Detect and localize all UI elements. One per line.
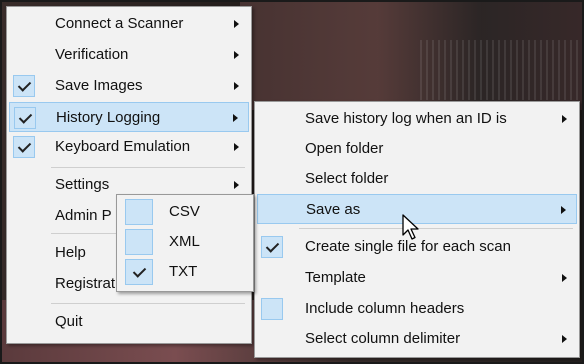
menu-item-csv[interactable]: CSV [119, 197, 251, 227]
menu-item-verification[interactable]: Verification [9, 40, 249, 70]
chevron-right-icon [234, 20, 239, 28]
menu-item-label: Save as [306, 201, 361, 218]
menu-item-label: Quit [55, 313, 83, 330]
menu-separator [51, 303, 245, 304]
menu-item-template[interactable]: Template [257, 263, 577, 293]
menu-item-label: Save Images [55, 77, 143, 94]
menu-item-keyboard-emulation[interactable]: Keyboard Emulation [9, 132, 249, 162]
menu-item-select-column-delimiter[interactable]: Select column delimiter [257, 324, 577, 354]
menu-item-xml[interactable]: XML [119, 227, 251, 257]
checkbox-unchecked-icon [125, 199, 153, 225]
menu-item-label: Template [305, 269, 366, 286]
checkbox-unchecked-icon [261, 298, 283, 320]
menu-item-txt[interactable]: TXT [119, 257, 251, 287]
menu-item-label: Open folder [305, 140, 384, 157]
checkmark-icon [13, 136, 35, 158]
menu-item-label: Verification [55, 46, 129, 63]
main-context-menu: Connect a Scanner Verification Save Imag… [6, 6, 252, 344]
menu-item-select-folder[interactable]: Select folder [257, 164, 577, 194]
save-as-submenu: CSV XML TXT [116, 194, 254, 292]
menu-item-save-images[interactable]: Save Images [9, 71, 249, 101]
chevron-right-icon [234, 82, 239, 90]
menu-item-connect-scanner[interactable]: Connect a Scanner [9, 9, 249, 39]
menu-item-include-column-headers[interactable]: Include column headers [257, 294, 577, 324]
menu-separator [51, 167, 245, 168]
menu-item-label: Include column headers [305, 300, 465, 317]
menu-item-label: Registrat [55, 275, 116, 292]
chevron-right-icon [234, 51, 239, 59]
menu-item-label: Connect a Scanner [55, 15, 184, 32]
checkmark-icon [13, 75, 35, 97]
checkbox-unchecked-icon [125, 229, 153, 255]
menu-item-label: Save history log when an ID is [305, 110, 507, 127]
checkmark-icon [14, 107, 36, 129]
menu-item-label: CSV [169, 203, 200, 220]
chevron-right-icon [234, 143, 239, 151]
menu-item-open-folder[interactable]: Open folder [257, 134, 577, 164]
chevron-right-icon [562, 115, 567, 123]
menu-item-label: Select column delimiter [305, 330, 461, 347]
chevron-right-icon [562, 335, 567, 343]
menu-item-label: History Logging [56, 109, 161, 126]
chevron-right-icon [562, 274, 567, 282]
checkmark-icon [261, 236, 283, 258]
menu-item-quit[interactable]: Quit [9, 307, 249, 337]
menu-item-label: Settings [55, 176, 110, 193]
menu-separator [299, 228, 573, 229]
menu-item-label: Admin P [55, 207, 112, 224]
chevron-right-icon [234, 181, 239, 189]
menu-item-label: TXT [169, 263, 198, 280]
menu-item-label: Keyboard Emulation [55, 138, 191, 155]
chevron-right-icon [561, 206, 566, 214]
chevron-right-icon [233, 114, 238, 122]
menu-item-label: Help [55, 244, 86, 261]
menu-item-label: Select folder [305, 170, 389, 187]
menu-item-history-logging[interactable]: History Logging [9, 102, 249, 132]
menu-item-label: XML [169, 233, 200, 250]
menu-item-save-history-log[interactable]: Save history log when an ID is [257, 104, 577, 134]
mouse-pointer-icon [402, 214, 419, 240]
checkmark-icon [125, 259, 153, 285]
